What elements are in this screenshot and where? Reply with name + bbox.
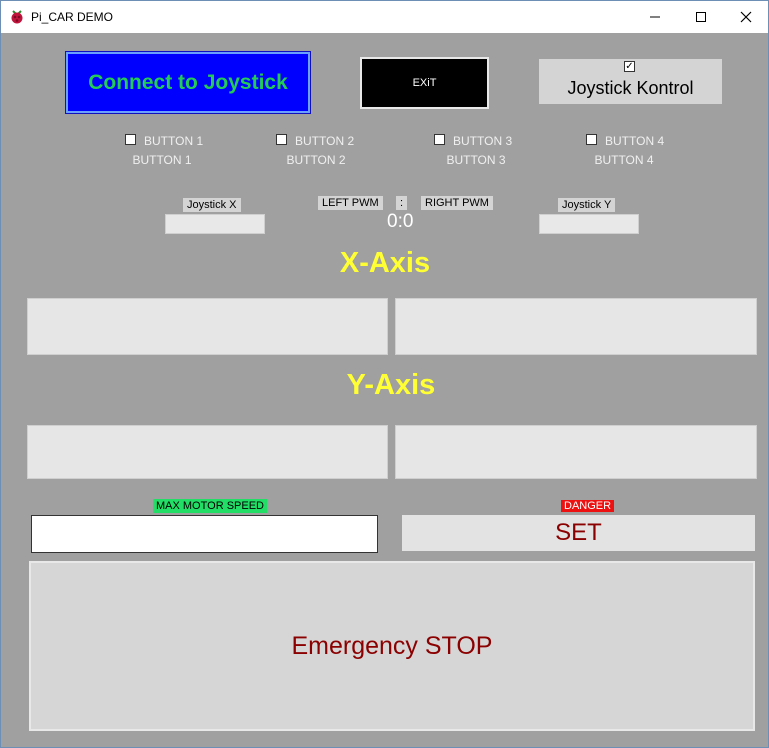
- x-axis-left-panel: [27, 298, 388, 355]
- max-motor-speed-label: MAX MOTOR SPEED: [153, 499, 267, 513]
- raspberry-pi-icon: [9, 9, 25, 25]
- button-1-checkbox[interactable]: [125, 134, 136, 145]
- emergency-stop-button[interactable]: Emergency STOP: [29, 561, 755, 731]
- close-icon: [740, 11, 752, 23]
- max-motor-speed-input[interactable]: [31, 515, 378, 553]
- button-2-status: BUTTON 2: [286, 153, 346, 167]
- app-window: Pi_CAR DEMO Connect to Joystick EXiT ✓ J…: [0, 0, 769, 748]
- button-4-label: BUTTON 4: [605, 134, 665, 148]
- exit-button[interactable]: EXiT: [360, 57, 489, 109]
- button-3-status: BUTTON 3: [446, 153, 506, 167]
- right-pwm-label: RIGHT PWM: [421, 196, 493, 210]
- button-1-status: BUTTON 1: [132, 153, 192, 167]
- button-3-checkbox[interactable]: [434, 134, 445, 145]
- joystick-kontrol-label: Joystick Kontrol: [567, 78, 694, 98]
- button-2-label: BUTTON 2: [295, 134, 355, 148]
- close-button[interactable]: [723, 1, 769, 33]
- button-4-checkbox[interactable]: [586, 134, 597, 145]
- y-axis-title: Y-Axis: [346, 369, 436, 401]
- joystick-y-label: Joystick Y: [558, 198, 616, 212]
- pwm-separator: :: [396, 196, 408, 210]
- y-axis-left-panel: [27, 425, 388, 479]
- title-bar[interactable]: Pi_CAR DEMO: [1, 1, 768, 33]
- button-4-status: BUTTON 4: [594, 153, 654, 167]
- x-axis-right-panel: [395, 298, 757, 355]
- joystick-x-field[interactable]: [165, 214, 265, 234]
- pwm-value: 0:0: [387, 211, 414, 232]
- danger-label: DANGER: [561, 500, 615, 512]
- button-1-label: BUTTON 1: [144, 134, 204, 148]
- left-pwm-label: LEFT PWM: [318, 196, 383, 210]
- minimize-button[interactable]: [632, 1, 678, 33]
- set-button[interactable]: SET: [402, 515, 755, 551]
- y-axis-right-panel: [395, 425, 757, 479]
- maximize-button[interactable]: [678, 1, 724, 33]
- maximize-icon: [696, 12, 706, 22]
- joystick-kontrol-toggle[interactable]: ✓ Joystick Kontrol: [539, 59, 722, 104]
- connect-joystick-button[interactable]: Connect to Joystick: [65, 51, 311, 114]
- button-3-label: BUTTON 3: [453, 134, 513, 148]
- joystick-y-field[interactable]: [539, 214, 639, 234]
- x-axis-title: X-Axis: [339, 247, 431, 279]
- joystick-x-label: Joystick X: [183, 198, 241, 212]
- window-title: Pi_CAR DEMO: [31, 10, 114, 24]
- joystick-kontrol-checkbox[interactable]: ✓: [624, 61, 635, 72]
- button-2-checkbox[interactable]: [276, 134, 287, 145]
- minimize-icon: [650, 16, 660, 18]
